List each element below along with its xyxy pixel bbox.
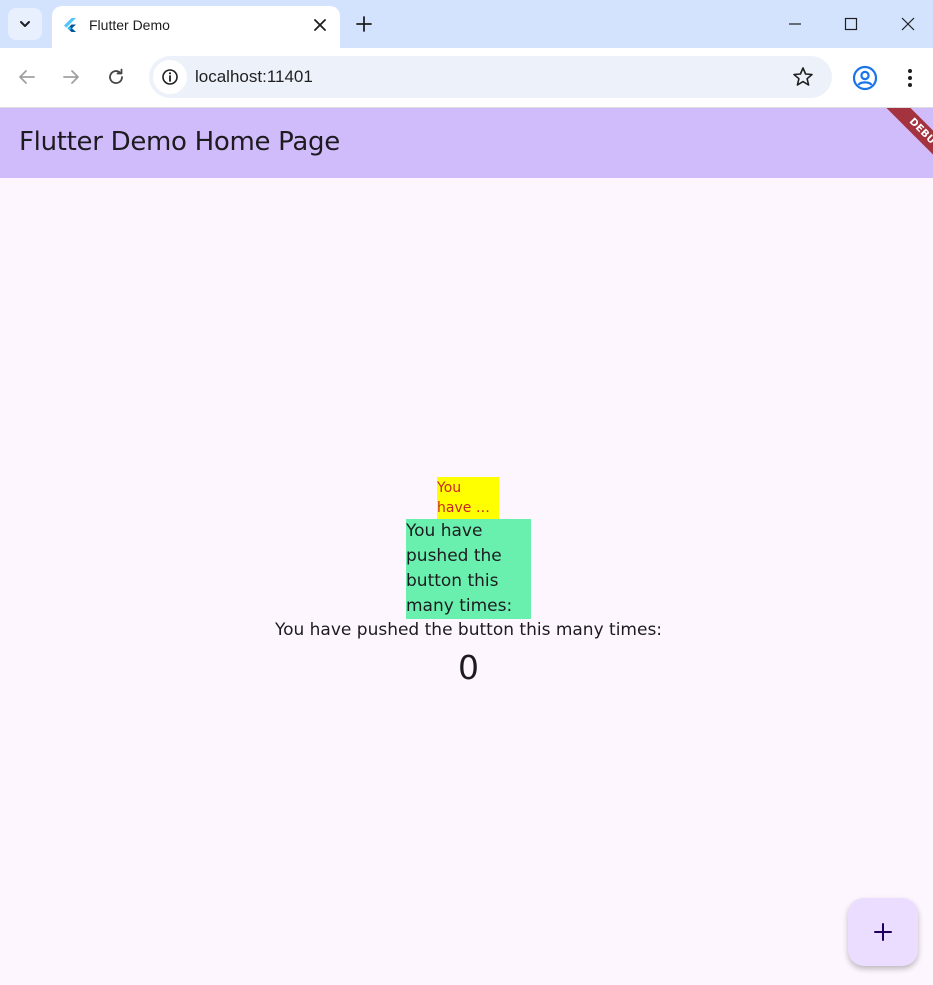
- browser-tab[interactable]: Flutter Demo: [52, 6, 340, 48]
- url-text: localhost:11401: [195, 67, 313, 86]
- site-info-button[interactable]: [153, 60, 187, 94]
- star-icon[interactable]: [792, 66, 814, 88]
- chevron-down-icon: [20, 21, 30, 27]
- close-icon: [901, 17, 915, 31]
- info-icon: [162, 69, 178, 85]
- increment-button[interactable]: [848, 898, 918, 966]
- app-bar-title: Flutter Demo Home Page: [19, 127, 340, 157]
- forward-button[interactable]: [56, 62, 86, 92]
- close-window-button[interactable]: [894, 10, 922, 38]
- close-icon: [314, 19, 326, 31]
- browser-tab-strip: Flutter Demo: [0, 0, 933, 48]
- browser-toolbar: localhost:11401: [0, 48, 933, 108]
- counter-value: 0: [458, 648, 479, 687]
- reload-button[interactable]: [101, 62, 131, 92]
- counter-label: You have pushed the button this many tim…: [274, 620, 663, 640]
- yellow-text-box: You have p…: [437, 477, 499, 519]
- tab-title: Flutter Demo: [89, 17, 170, 33]
- tab-close-button[interactable]: [310, 15, 330, 35]
- green-text-line: many times:: [406, 596, 513, 616]
- browser-menu-button[interactable]: [900, 65, 920, 91]
- kebab-menu-icon: [908, 69, 912, 87]
- maximize-icon: [844, 17, 858, 31]
- yellow-text-line: have p…: [437, 500, 495, 516]
- green-text-line: button this: [406, 571, 499, 591]
- minimize-button[interactable]: [781, 10, 809, 38]
- maximize-button[interactable]: [837, 10, 865, 38]
- reload-icon: [109, 68, 123, 84]
- green-text-box: You have pushed the button this many tim…: [406, 519, 531, 619]
- green-text-line: pushed the: [406, 546, 502, 566]
- address-bar[interactable]: localhost:11401: [149, 56, 832, 98]
- minimize-icon: [789, 23, 801, 25]
- debug-banner: DEBUG: [862, 108, 933, 178]
- yellow-text-line: You: [437, 480, 462, 496]
- new-tab-button[interactable]: [352, 12, 376, 36]
- back-button[interactable]: [12, 62, 42, 92]
- green-text-line: You have: [406, 521, 483, 541]
- app-bar: Flutter Demo Home Page: [0, 108, 933, 178]
- plus-icon: [874, 923, 892, 941]
- flutter-logo-icon: [64, 18, 76, 32]
- arrow-right-icon: [63, 70, 79, 84]
- profile-icon[interactable]: [852, 65, 878, 91]
- plus-icon: [356, 16, 372, 32]
- debug-banner-label: DEBUG: [880, 108, 933, 178]
- arrow-left-icon: [19, 70, 35, 84]
- tab-search-button[interactable]: [8, 8, 42, 40]
